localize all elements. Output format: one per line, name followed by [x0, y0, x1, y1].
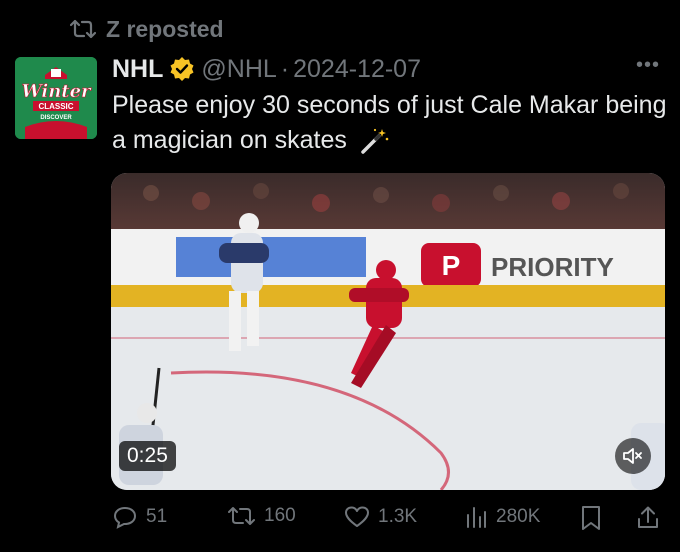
repost-icon [228, 507, 255, 525]
repost-label: Z reposted [106, 15, 224, 42]
svg-text:Winter: Winter [21, 81, 92, 102]
more-options-icon[interactable]: ••• [636, 54, 660, 77]
author-handle[interactable]: @NHL [201, 55, 276, 84]
bookmark-icon [582, 506, 600, 530]
avatar-logo: Winter CLASSIC DISCOVER [15, 57, 97, 139]
tweet-header: NHL @NHL · 2024-12-07 ••• [112, 52, 660, 86]
board-sign: PRIORITY [491, 252, 614, 282]
separator-dot: · [280, 54, 290, 83]
tweet-date[interactable]: 2024-12-07 [293, 55, 421, 84]
svg-text:CLASSIC: CLASSIC [38, 102, 73, 111]
mute-button[interactable] [615, 438, 651, 474]
repost-indicator[interactable]: Z reposted [70, 14, 224, 44]
views-count: 280K [496, 506, 541, 527]
video-frame: P PRIORITY [111, 173, 665, 490]
verified-badge-icon [170, 57, 194, 81]
action-bar: 51 160 1.3K 280K [112, 505, 662, 537]
mute-icon [623, 448, 642, 464]
svg-text:DISCOVER: DISCOVER [40, 115, 72, 121]
views-button[interactable]: 280K [464, 505, 540, 529]
repost-button[interactable]: 160 [228, 505, 296, 527]
svg-text:P: P [442, 250, 461, 281]
reply-icon [113, 506, 137, 529]
share-icon [638, 506, 658, 528]
video-duration: 0:25 [119, 441, 176, 471]
bookmark-button[interactable] [580, 505, 610, 531]
avatar[interactable]: Winter CLASSIC DISCOVER [15, 57, 97, 139]
like-count: 1.3K [378, 506, 418, 527]
magic-wand-icon [361, 129, 389, 155]
like-button[interactable]: 1.3K [344, 505, 417, 529]
video-player[interactable]: P PRIORITY 0:25 [111, 173, 665, 490]
heart-icon [345, 506, 369, 527]
views-icon [467, 507, 486, 528]
share-button[interactable] [636, 505, 668, 531]
repost-count: 160 [264, 505, 296, 526]
reply-count: 51 [146, 506, 168, 527]
tweet-text: Please enjoy 30 seconds of just Cale Mak… [112, 88, 672, 158]
reply-button[interactable]: 51 [112, 505, 167, 529]
author-name[interactable]: NHL [112, 55, 163, 84]
repost-icon [70, 19, 96, 39]
